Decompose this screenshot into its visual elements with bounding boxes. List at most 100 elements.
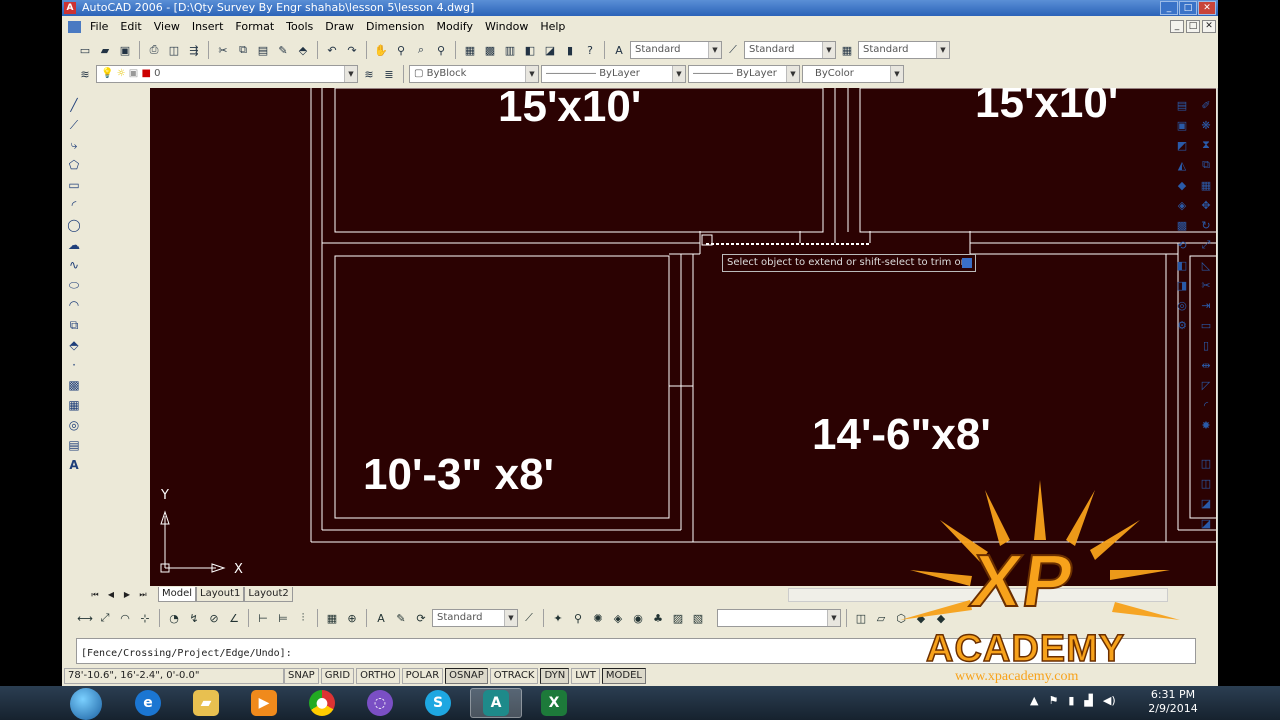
multiline-text-icon[interactable]: A	[65, 456, 83, 474]
menu-window[interactable]: Window	[485, 17, 528, 37]
landscape-icon[interactable]: ♣	[649, 609, 667, 627]
linetype-select[interactable]: ――――― ByLayer ▼	[541, 65, 686, 83]
hatch-icon[interactable]: ▩	[65, 376, 83, 394]
radius-dim-icon[interactable]: ◔	[165, 609, 183, 627]
layer-manager-icon[interactable]: ≋	[76, 65, 94, 83]
doc-restore-button[interactable]: □	[1186, 20, 1200, 33]
offset-icon[interactable]: ⧉	[1197, 156, 1215, 174]
region-icon[interactable]: ◎	[65, 416, 83, 434]
zoom-realtime-icon[interactable]: ⚲	[392, 41, 410, 59]
revcloud-icon[interactable]: ☁	[65, 236, 83, 254]
view-right-icon[interactable]: ◪	[1197, 514, 1215, 532]
redo-icon[interactable]: ↷	[343, 41, 361, 59]
stretch-icon[interactable]: ◺	[1197, 256, 1215, 274]
markup-icon[interactable]: ◪	[541, 41, 559, 59]
next-tab-icon[interactable]: ▶	[120, 588, 134, 602]
section-icon[interactable]: ◨	[1173, 276, 1191, 294]
shade-3d-icon[interactable]: ⬡	[892, 609, 910, 627]
box-icon[interactable]: ▣	[1173, 116, 1191, 134]
plot-preview-icon[interactable]: ◫	[165, 41, 183, 59]
tab-model[interactable]: Model	[158, 587, 197, 602]
construction-line-icon[interactable]: ⟋	[65, 116, 83, 134]
taskbar-clock[interactable]: 6:31 PM 2/9/2014	[1148, 688, 1198, 716]
ellipse-icon[interactable]: ⬭	[65, 276, 83, 294]
insert-block-icon[interactable]: ⧉	[65, 316, 83, 334]
interfere-icon[interactable]: ◎	[1173, 296, 1191, 314]
torus-icon[interactable]: ◈	[1173, 196, 1191, 214]
design-center-icon[interactable]: ▩	[481, 41, 499, 59]
circle-icon[interactable]: ◯	[65, 216, 83, 234]
layer-select[interactable]: 💡 ☼ ▣ ■ 0 ▼	[96, 65, 358, 83]
dim-style-icon[interactable]: ⟋	[724, 41, 742, 59]
array-icon[interactable]: ▦	[1197, 176, 1215, 194]
battery-icon[interactable]: ▮	[1068, 694, 1074, 707]
menu-tools[interactable]: Tools	[286, 17, 313, 37]
menu-modify[interactable]: Modify	[437, 17, 473, 37]
ortho-toggle[interactable]: ORTHO	[356, 668, 400, 684]
start-button[interactable]	[70, 688, 102, 720]
quick-dim-icon[interactable]: ⊢	[254, 609, 272, 627]
setup-icon[interactable]: ⚙	[1173, 316, 1191, 334]
block-editor-icon[interactable]: ⬘	[294, 41, 312, 59]
lights-icon[interactable]: ✺	[589, 609, 607, 627]
linear-dim-icon[interactable]: ⟷	[76, 609, 94, 627]
statistics-icon[interactable]: ▧	[689, 609, 707, 627]
angular-dim-icon[interactable]: ∠	[225, 609, 243, 627]
cut-icon[interactable]: ✂	[214, 41, 232, 59]
center-mark-icon[interactable]: ⊕	[343, 609, 361, 627]
taskbar-swirl-app[interactable]: ◌	[354, 688, 406, 718]
dim-style-select[interactable]: Standard ▼	[744, 41, 836, 59]
point-icon[interactable]: ·	[65, 356, 83, 374]
arc-length-icon[interactable]: ◠	[116, 609, 134, 627]
volume-icon[interactable]: ◀)	[1103, 694, 1116, 707]
aligned-dim-icon[interactable]: ⤢	[96, 609, 114, 627]
revolve-icon[interactable]: ⟲	[1173, 236, 1191, 254]
make-block-icon[interactable]: ⬘	[65, 336, 83, 354]
menu-file[interactable]: File	[90, 17, 108, 37]
taskbar-explorer[interactable]: ▰	[180, 688, 232, 718]
taskbar-autocad[interactable]: A	[470, 688, 522, 718]
move-icon[interactable]: ✥	[1197, 196, 1215, 214]
sphere-icon[interactable]: ◆	[1173, 176, 1191, 194]
extra-select[interactable]: ▼	[717, 609, 841, 627]
mirror-icon[interactable]: ⧗	[1197, 136, 1215, 154]
break-icon[interactable]: ▯	[1197, 336, 1215, 354]
sheet-set-icon[interactable]: ◧	[521, 41, 539, 59]
otrack-toggle[interactable]: OTRACK	[489, 668, 539, 684]
fog-icon[interactable]: ▨	[669, 609, 687, 627]
rotate-icon[interactable]: ↻	[1197, 216, 1215, 234]
network-icon[interactable]: ▟	[1084, 694, 1092, 707]
snap-toggle[interactable]: SNAP	[284, 668, 319, 684]
shade-hidden-icon[interactable]: ◆	[912, 609, 930, 627]
table-style-icon[interactable]: ▦	[838, 41, 856, 59]
tool-palettes-icon[interactable]: ▥	[501, 41, 519, 59]
lineweight-select[interactable]: ―――― ByLayer ▼	[688, 65, 800, 83]
dim-update-icon[interactable]: ⟳	[412, 609, 430, 627]
extrude-icon[interactable]: ▩	[1173, 216, 1191, 234]
arc-icon[interactable]: ◜	[65, 196, 83, 214]
lwt-toggle[interactable]: LWT	[571, 668, 600, 684]
zoom-previous-icon[interactable]: ⚲	[432, 41, 450, 59]
open-icon[interactable]: ▰	[96, 41, 114, 59]
menu-draw[interactable]: Draw	[325, 17, 354, 37]
zoom-tool-icon[interactable]: ⚲	[569, 609, 587, 627]
taskbar-ie[interactable]: e	[122, 688, 174, 718]
diameter-dim-icon[interactable]: ⊘	[205, 609, 223, 627]
materials-icon[interactable]: ◉	[629, 609, 647, 627]
doc-close-button[interactable]: ✕	[1202, 20, 1216, 33]
trim-icon[interactable]: ✂	[1197, 276, 1215, 294]
plot-icon[interactable]: ⎙	[145, 41, 163, 59]
autocad-app-icon[interactable]: A	[64, 2, 76, 14]
layer-previous-icon[interactable]: ≣	[380, 65, 398, 83]
tray-expand-icon[interactable]: ▲	[1030, 694, 1038, 707]
prev-tab-icon[interactable]: ◀	[104, 588, 118, 602]
dim-style-manager-icon[interactable]: ⟋	[520, 609, 538, 627]
shade-flat-icon[interactable]: ◆	[932, 609, 950, 627]
slice-icon[interactable]: ◧	[1173, 256, 1191, 274]
match-properties-icon[interactable]: ✎	[274, 41, 292, 59]
taskbar-media-player[interactable]: ▶	[238, 688, 290, 718]
menu-insert[interactable]: Insert	[192, 17, 224, 37]
scene-icon[interactable]: ◈	[609, 609, 627, 627]
ordinate-dim-icon[interactable]: ⊹	[136, 609, 154, 627]
zoom-window-icon[interactable]: ⌕	[412, 41, 430, 59]
